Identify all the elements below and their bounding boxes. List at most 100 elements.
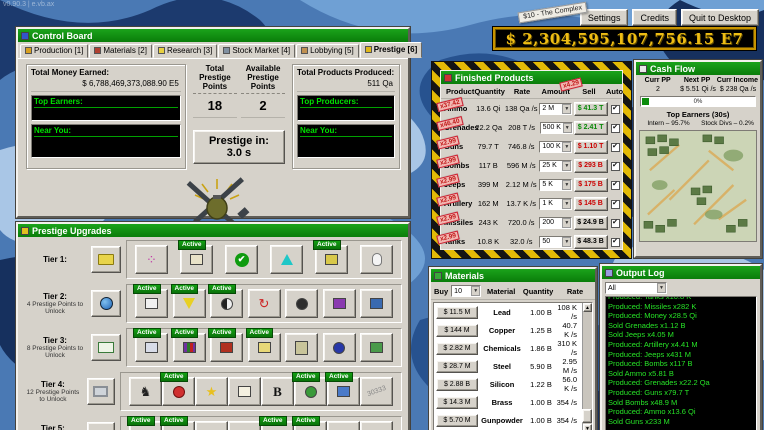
upgrade-penguin[interactable]: Active xyxy=(210,289,243,318)
upgrade-clock[interactable] xyxy=(327,421,360,430)
upgrade-notepad[interactable]: ✎ xyxy=(228,421,261,430)
upgrade-earth-person[interactable] xyxy=(195,421,228,430)
upgrade-flower[interactable]: Active xyxy=(294,377,327,406)
materials-titlebar[interactable]: Materials xyxy=(431,269,595,282)
auto-checkbox[interactable]: ✔ xyxy=(611,200,620,209)
cash-flow-titlebar[interactable]: Cash Flow xyxy=(636,62,760,75)
log-filter-dropdown[interactable]: All▼ xyxy=(605,282,667,294)
log-output-area[interactable]: Produced: Tanks x10.8 K Produced: Missil… xyxy=(605,296,757,430)
amount-dropdown[interactable]: 200▼ xyxy=(539,217,572,229)
upgrade-confirm[interactable]: ✔ xyxy=(225,245,258,274)
sell-button[interactable]: $ 41.3 T xyxy=(574,102,608,116)
upgrade-numbers[interactable]: 30333 xyxy=(360,377,393,406)
auto-checkbox[interactable]: ✔ xyxy=(611,219,620,228)
sell-button[interactable]: $ 175 B xyxy=(574,178,608,192)
quit-to-desktop-button[interactable]: Quit to Desktop xyxy=(681,9,759,26)
log-entry: Sold Jeeps x4.05 M xyxy=(608,330,754,340)
amount-dropdown[interactable]: 500 K▼ xyxy=(540,122,573,134)
upgrade-spy[interactable] xyxy=(323,333,356,362)
finished-products-titlebar[interactable]: Finished Products xyxy=(441,71,622,84)
upgrade-calendar[interactable]: Active xyxy=(327,377,360,406)
auto-checkbox[interactable]: ✔ xyxy=(611,238,620,247)
amount-dropdown[interactable]: 50▼ xyxy=(539,236,572,248)
upgrade-mouse[interactable] xyxy=(360,245,393,274)
scroll-up-icon[interactable]: ▲ xyxy=(583,303,592,312)
upgrade-manual[interactable] xyxy=(323,289,356,318)
tab-research[interactable]: Research [3] xyxy=(153,44,217,58)
upgrade-funnel[interactable]: Active xyxy=(173,289,206,318)
prestige-button[interactable]: Prestige in: 3.0 s xyxy=(193,130,285,164)
buy-material-button[interactable]: $ 14.3 M xyxy=(436,396,478,409)
dynamite-icon xyxy=(220,342,233,353)
sell-button[interactable]: $ 48.3 B xyxy=(574,235,608,249)
amount-dropdown[interactable]: 100 K▼ xyxy=(539,141,572,153)
upgrade-stopwatch[interactable]: Active xyxy=(162,377,195,406)
scrollbar-thumb[interactable] xyxy=(582,409,592,423)
tier-4-computer-button[interactable] xyxy=(87,378,115,405)
amount-dropdown[interactable]: 25 K▼ xyxy=(539,160,572,172)
tier-2-globe-button[interactable] xyxy=(91,290,121,317)
upgrade-up-arrow[interactable] xyxy=(270,245,303,274)
tier-3-certificate-button[interactable] xyxy=(91,334,121,361)
upgrade-printer[interactable]: Active xyxy=(129,421,162,430)
sell-button[interactable]: $ 293 B xyxy=(574,159,608,173)
auto-checkbox[interactable]: ✔ xyxy=(611,162,620,171)
upgrade-file-cabinet[interactable] xyxy=(285,333,318,362)
amount-dropdown[interactable]: 1 K▼ xyxy=(539,198,572,210)
upgrade-star[interactable]: ★ xyxy=(195,377,228,406)
buy-material-button[interactable]: $ 5.70 M xyxy=(436,414,478,427)
top-button-bar: Settings Credits Quit to Desktop xyxy=(580,9,759,26)
upgrade-sync[interactable]: ↻ xyxy=(248,289,281,318)
auto-checkbox[interactable]: ✔ xyxy=(611,105,620,114)
amount-dropdown[interactable]: 2 M▼ xyxy=(539,103,572,115)
upgrade-image[interactable]: Active xyxy=(135,289,168,318)
control-board-titlebar[interactable]: Control Board xyxy=(18,29,408,42)
credits-button[interactable]: Credits xyxy=(632,9,677,26)
buy-material-button[interactable]: $ 28.7 M xyxy=(436,360,478,373)
upgrade-search-globe[interactable] xyxy=(360,421,393,430)
upgrade-card[interactable]: Active xyxy=(135,333,168,362)
tab-lobbying[interactable]: Lobbying [5] xyxy=(296,44,359,58)
upgrade-dynamite[interactable]: Active xyxy=(210,333,243,362)
scroll-down-icon[interactable]: ▼ xyxy=(583,424,592,430)
upgrade-folder[interactable]: Active xyxy=(162,421,195,430)
prestige-upgrades-titlebar[interactable]: Prestige Upgrades xyxy=(18,224,408,237)
output-log-titlebar[interactable]: Output Log xyxy=(602,266,760,279)
buy-amount-dropdown[interactable]: 10▼ xyxy=(451,285,481,297)
sell-button[interactable]: $ 1.10 T xyxy=(574,140,608,154)
tab-production[interactable]: Production [1] xyxy=(20,44,88,58)
upgrade-books[interactable]: Active xyxy=(315,245,348,274)
tier-2-upgrades: Active Active Active ↻ xyxy=(126,284,402,323)
auto-checkbox[interactable]: ✔ xyxy=(611,124,620,133)
tab-materials[interactable]: Materials [2] xyxy=(89,44,152,58)
buy-material-button[interactable]: $ 2.82 M xyxy=(436,342,478,355)
upgrade-floppy[interactable]: Active xyxy=(294,421,327,430)
tab-stock-market[interactable]: Stock Market [4] xyxy=(218,44,295,58)
upgrade-worker[interactable] xyxy=(360,289,393,318)
upgrade-marbles[interactable]: ⁘ xyxy=(135,245,168,274)
tier-5-chip-button[interactable] xyxy=(87,422,115,430)
upgrade-audio[interactable]: ActiveA xyxy=(261,421,294,430)
amount-dropdown[interactable]: 5 K▼ xyxy=(539,179,572,191)
buy-material-button[interactable]: $ 2.88 B xyxy=(436,378,478,391)
buy-material-button[interactable]: $ 144 M xyxy=(436,324,478,337)
tier-1-folder-button[interactable] xyxy=(91,246,121,273)
sell-button[interactable]: $ 2.41 T xyxy=(574,121,608,135)
star-plus-icon: ★ xyxy=(206,385,218,398)
auto-checkbox[interactable]: ✔ xyxy=(611,181,620,190)
materials-scrollbar[interactable]: ▲ ▼ xyxy=(582,303,592,430)
sell-button[interactable]: $ 145 B xyxy=(574,197,608,211)
auto-checkbox[interactable]: ✔ xyxy=(611,143,620,152)
upgrade-map[interactable] xyxy=(360,333,393,362)
upgrade-mail[interactable]: Active xyxy=(248,333,281,362)
curr-income-value: $ 238 Qa /s xyxy=(718,86,758,93)
sell-button[interactable]: $ 24.9 B xyxy=(574,216,608,230)
upgrade-picture[interactable]: Active xyxy=(180,245,213,274)
upgrade-mine[interactable] xyxy=(285,289,318,318)
upgrade-runner[interactable]: ♞ xyxy=(129,377,162,406)
upgrade-documents[interactable] xyxy=(228,377,261,406)
tab-prestige[interactable]: Prestige [6] xyxy=(360,42,423,58)
upgrade-library[interactable]: Active xyxy=(173,333,206,362)
upgrade-bold[interactable]: B xyxy=(261,377,294,406)
buy-material-button[interactable]: $ 11.5 M xyxy=(436,306,478,319)
